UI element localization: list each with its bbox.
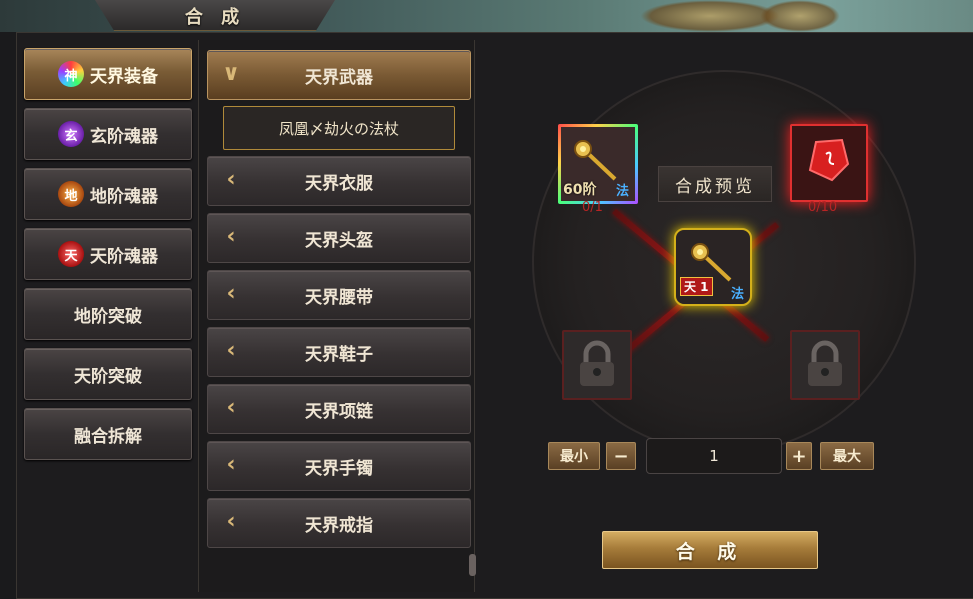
category-necklace[interactable]: ‹ 天界项链	[207, 384, 471, 434]
category-clothes[interactable]: ‹ 天界衣服	[207, 156, 471, 206]
category-label: 天界戒指	[305, 515, 373, 536]
compose-button[interactable]: 合 成	[602, 531, 818, 569]
chevron-down-icon: ∨	[222, 61, 240, 86]
category-label: 天界手镯	[305, 458, 373, 479]
left-nav: 神 天界装备 玄 玄阶魂器 地 地阶魂器 天 天阶魂器 地阶突破 天阶突破 融合…	[16, 40, 196, 590]
material-2-count: 0/10	[808, 200, 838, 215]
chevron-left-icon: ‹	[226, 509, 236, 534]
chevron-left-icon: ‹	[226, 452, 236, 477]
chevron-left-icon: ‹	[226, 395, 236, 420]
locked-slot-1	[562, 330, 632, 400]
category-list: ∨ 天界武器 凤凰〆劫火の法杖 ‹ 天界衣服 ‹ 天界头盔 ‹ 天界腰带 ‹ 天…	[198, 40, 476, 592]
tier-badge: 天 1	[680, 277, 713, 296]
chevron-left-icon: ‹	[226, 338, 236, 363]
chevron-left-icon: ‹	[226, 281, 236, 306]
nav-item-celestial-equipment[interactable]: 神 天界装备	[24, 48, 192, 100]
page-title: 合 成	[184, 7, 246, 28]
category-label: 天界腰带	[305, 287, 373, 308]
ornament-decoration	[640, 0, 780, 32]
chevron-left-icon: ‹	[226, 167, 236, 192]
material-slot-1[interactable]: 60阶 法	[558, 124, 638, 204]
category-shoes[interactable]: ‹ 天界鞋子	[207, 327, 471, 377]
quantity-input[interactable]	[646, 438, 782, 474]
category-label: 天界武器	[305, 67, 373, 88]
chevron-left-icon: ‹	[226, 224, 236, 249]
material-slot-2[interactable]	[790, 124, 868, 202]
nav-item-heaven-soul[interactable]: 天 天阶魂器	[24, 228, 192, 280]
level-label: 60阶	[563, 182, 597, 198]
class-tag: 法	[615, 184, 629, 199]
min-button[interactable]: 最小	[548, 442, 600, 470]
preview-label: 合成预览	[658, 166, 772, 202]
category-label: 天界衣服	[305, 173, 373, 194]
nav-item-label: 玄阶魂器	[90, 126, 158, 147]
nav-item-earth-soul[interactable]: 地 地阶魂器	[24, 168, 192, 220]
lock-icon	[808, 340, 842, 386]
nav-item-xuan-soul[interactable]: 玄 玄阶魂器	[24, 108, 192, 160]
category-label: 天界项链	[305, 401, 373, 422]
category-belt[interactable]: ‹ 天界腰带	[207, 270, 471, 320]
nav-item-heaven-breakthrough[interactable]: 天阶突破	[24, 348, 192, 400]
synthesis-panel: 60阶 法 0/1 合成预览 0/10 天 1 法 最小 − 1 + 最大 合 …	[474, 40, 973, 592]
material-1-count: 0/1	[582, 200, 603, 215]
nav-item-label: 天界装备	[90, 66, 158, 87]
category-label: 天界头盔	[305, 230, 373, 251]
plus-button[interactable]: +	[786, 442, 812, 470]
minus-button[interactable]: −	[606, 442, 636, 470]
nav-item-label: 天阶魂器	[90, 246, 158, 267]
category-label: 天界鞋子	[305, 344, 373, 365]
category-helmet[interactable]: ‹ 天界头盔	[207, 213, 471, 263]
nav-item-label: 融合拆解	[74, 426, 142, 447]
orange-gem-icon: 地	[58, 181, 84, 207]
nav-item-earth-breakthrough[interactable]: 地阶突破	[24, 288, 192, 340]
purple-gem-icon: 玄	[58, 121, 84, 147]
red-gem-icon: 天	[58, 241, 84, 267]
nav-item-label: 天阶突破	[74, 366, 142, 387]
category-ring[interactable]: ‹ 天界戒指	[207, 498, 471, 548]
crystal-icon	[808, 138, 850, 182]
nav-item-fusion-dismantle[interactable]: 融合拆解	[24, 408, 192, 460]
ornament-decoration	[760, 0, 840, 32]
max-button[interactable]: 最大	[820, 442, 874, 470]
nav-item-label: 地阶魂器	[90, 186, 158, 207]
category-weapon[interactable]: ∨ 天界武器	[207, 50, 471, 100]
class-tag: 法	[730, 287, 744, 302]
lock-icon	[580, 340, 614, 386]
divine-gem-icon: 神	[58, 61, 84, 87]
sub-item-selected[interactable]: 凤凰〆劫火の法杖	[223, 106, 455, 150]
category-bracelet[interactable]: ‹ 天界手镯	[207, 441, 471, 491]
nav-item-label: 地阶突破	[74, 306, 142, 327]
locked-slot-2	[790, 330, 860, 400]
result-slot[interactable]: 天 1 法	[674, 228, 752, 306]
